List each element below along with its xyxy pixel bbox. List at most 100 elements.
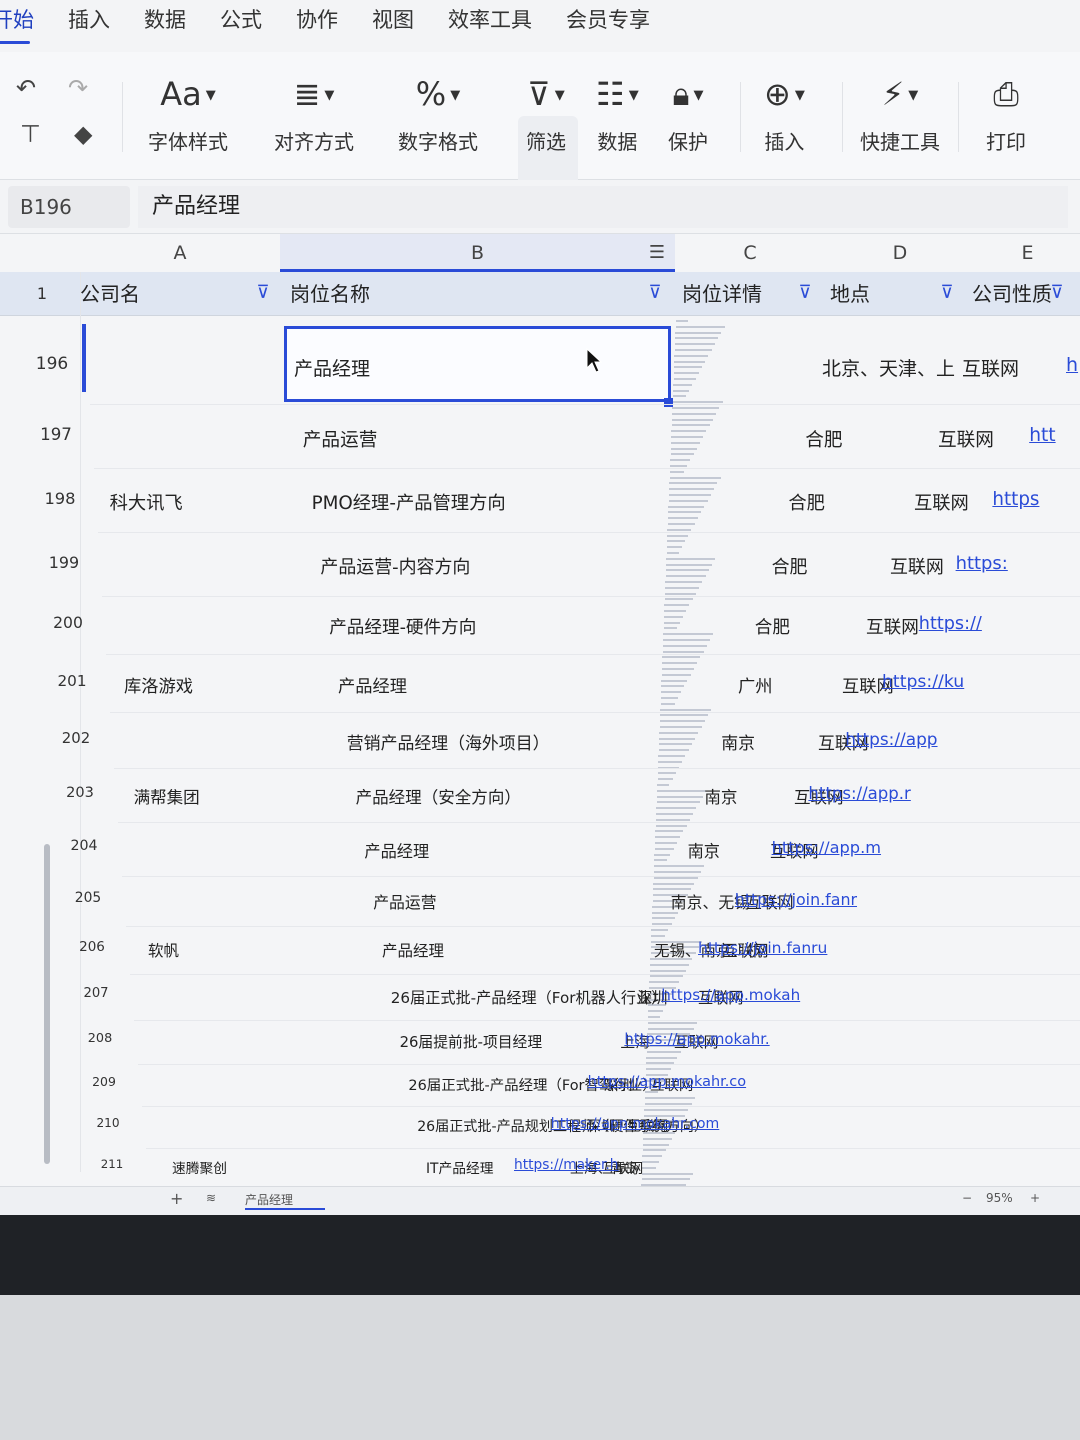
- menu-efficiency-tools[interactable]: 效率工具: [448, 0, 532, 52]
- eraser-icon[interactable]: ◆: [74, 120, 92, 148]
- location-cell[interactable]: 广州: [738, 672, 773, 697]
- nature-cell[interactable]: 互联网: [938, 425, 994, 452]
- position-cell[interactable]: PMO经理-产品管理方向: [312, 489, 506, 515]
- position-cell[interactable]: 26届提前批-项目经理: [400, 1031, 543, 1052]
- number-format-button[interactable]: % ▼ 数字格式: [398, 70, 478, 155]
- row-number[interactable]: 206: [62, 939, 122, 955]
- location-cell[interactable]: 南京: [721, 729, 755, 754]
- filter-icon[interactable]: ⊽: [936, 282, 958, 304]
- filter-icon[interactable]: ⊽: [644, 282, 666, 304]
- filter-icon[interactable]: ⊽: [794, 282, 816, 304]
- undo-icon[interactable]: ↶: [16, 74, 36, 102]
- menu-member[interactable]: 会员专享: [566, 0, 650, 52]
- position-cell[interactable]: 产品经理: [382, 939, 444, 961]
- location-cell[interactable]: 北京、天津、上: [822, 354, 955, 381]
- sheet-grid[interactable]: A B ☰ C D E 1 公司名 ⊽ 岗位名称 ⊽ 岗位详情 ⊽ 地点 ⊽ 公…: [0, 234, 1080, 1194]
- row-number[interactable]: 210: [78, 1116, 138, 1130]
- location-cell[interactable]: 合肥: [788, 489, 825, 515]
- format-painter-icon[interactable]: ⊤: [20, 120, 41, 148]
- company-cell[interactable]: 速腾聚创: [172, 1157, 227, 1177]
- cell-name-box[interactable]: B196: [8, 186, 130, 228]
- location-cell[interactable]: 南京: [704, 784, 737, 808]
- row-number[interactable]: 209: [74, 1074, 134, 1089]
- row-number[interactable]: 204: [54, 838, 114, 854]
- row-number[interactable]: 202: [46, 729, 106, 747]
- job-link[interactable]: https://: [919, 614, 982, 634]
- location-cell[interactable]: 南京: [688, 838, 720, 862]
- column-menu-icon[interactable]: ☰: [649, 234, 665, 272]
- filter-button[interactable]: ⊽ ▼ 筛选: [526, 70, 566, 155]
- sheet-list-icon[interactable]: ≋: [206, 1191, 216, 1205]
- position-cell[interactable]: 产品经理: [364, 838, 429, 862]
- zoom-in-icon[interactable]: +: [1030, 1191, 1040, 1205]
- header-nature[interactable]: 公司性质: [972, 272, 1052, 316]
- data-button[interactable]: ☷ ▼ 数据: [596, 70, 639, 155]
- vertical-scrollbar[interactable]: [44, 844, 50, 1164]
- job-link[interactable]: https://app.mokahr.com: [551, 1116, 719, 1132]
- job-link[interactable]: https://app.mokahr.co: [588, 1074, 747, 1090]
- nature-cell[interactable]: 互联网: [890, 553, 944, 579]
- insert-button[interactable]: ⊕ ▼ 插入: [764, 70, 805, 155]
- redo-icon[interactable]: ↷: [68, 74, 88, 102]
- row-number[interactable]: 211: [82, 1157, 142, 1171]
- header-position[interactable]: 岗位名称: [290, 272, 370, 316]
- header-company[interactable]: 公司名: [80, 272, 140, 316]
- filter-icon[interactable]: ⊽: [252, 282, 274, 304]
- job-link[interactable]: https://app.mokah: [661, 986, 800, 1004]
- location-cell[interactable]: 合肥: [772, 553, 808, 579]
- row-number[interactable]: 201: [42, 672, 102, 690]
- font-style-button[interactable]: Aa ▼ 字体样式: [148, 70, 228, 155]
- company-cell[interactable]: 软帆: [148, 939, 179, 961]
- filter-icon[interactable]: ⊽: [1046, 282, 1068, 304]
- position-cell[interactable]: 产品经理（安全方向）: [356, 784, 521, 808]
- location-cell[interactable]: 合肥: [755, 614, 790, 639]
- header-detail[interactable]: 岗位详情: [682, 272, 762, 316]
- nature-cell[interactable]: 互联网: [866, 614, 919, 639]
- menu-start[interactable]: 开始: [0, 0, 34, 52]
- position-cell[interactable]: 产品运营-内容方向: [320, 553, 470, 579]
- protect-button[interactable]: 🔒︎ ▼ 保护: [668, 70, 708, 155]
- position-cell[interactable]: 产品经理: [338, 672, 407, 697]
- row-number[interactable]: 203: [50, 784, 110, 801]
- row-number[interactable]: 198: [30, 489, 90, 508]
- menu-collab[interactable]: 协作: [296, 0, 338, 52]
- row-number[interactable]: 196: [22, 354, 82, 374]
- job-link[interactable]: https://maker.h: [514, 1157, 619, 1173]
- menu-view[interactable]: 视图: [372, 0, 414, 52]
- print-button[interactable]: ⎙ 打印: [986, 70, 1026, 155]
- position-cell[interactable]: IT产品经理: [426, 1157, 493, 1177]
- job-link[interactable]: https: [992, 489, 1039, 510]
- job-link[interactable]: https://app.r: [808, 784, 910, 803]
- column-header-c[interactable]: C: [675, 234, 825, 272]
- row-number[interactable]: 205: [58, 890, 118, 906]
- job-link[interactable]: https:: [956, 553, 1008, 574]
- job-link[interactable]: https://join.fanr: [735, 890, 857, 909]
- column-header-d[interactable]: D: [825, 234, 975, 272]
- position-cell[interactable]: 26届正式批-产品经理（For机器人行业）: [391, 986, 667, 1008]
- row-number[interactable]: 207: [66, 986, 126, 1001]
- nature-cell[interactable]: 互联网: [962, 354, 1019, 381]
- company-cell[interactable]: 满帮集团: [134, 784, 200, 808]
- position-cell[interactable]: 产品经理-硬件方向: [329, 614, 476, 639]
- header-location[interactable]: 地点: [830, 272, 870, 316]
- add-sheet-icon[interactable]: +: [170, 1189, 183, 1208]
- location-cell[interactable]: 合肥: [805, 425, 842, 452]
- column-header-b[interactable]: B ☰: [280, 234, 675, 272]
- position-cell[interactable]: 营销产品经理（海外项目）: [347, 729, 550, 754]
- job-link[interactable]: https://app: [845, 729, 937, 749]
- job-link[interactable]: https://ku: [882, 672, 964, 692]
- job-link[interactable]: h: [1066, 354, 1078, 376]
- job-link[interactable]: https://app.mokahr.: [624, 1031, 769, 1048]
- column-header-e[interactable]: E: [975, 234, 1080, 272]
- row-number[interactable]: 200: [38, 614, 98, 632]
- position-cell[interactable]: 产品运营: [373, 890, 436, 913]
- row-number[interactable]: 199: [34, 553, 94, 572]
- row-number[interactable]: 197: [26, 425, 86, 444]
- menu-data[interactable]: 数据: [144, 0, 186, 52]
- zoom-out-icon[interactable]: −: [962, 1191, 972, 1205]
- company-cell[interactable]: 库洛游戏: [124, 672, 193, 697]
- align-button[interactable]: ≣ ▼ 对齐方式: [274, 70, 354, 155]
- position-cell[interactable]: 产品经理: [294, 354, 370, 381]
- quick-tools-button[interactable]: ⚡︎ ▼ 快捷工具: [860, 70, 940, 155]
- formula-input[interactable]: 产品经理: [138, 186, 1068, 228]
